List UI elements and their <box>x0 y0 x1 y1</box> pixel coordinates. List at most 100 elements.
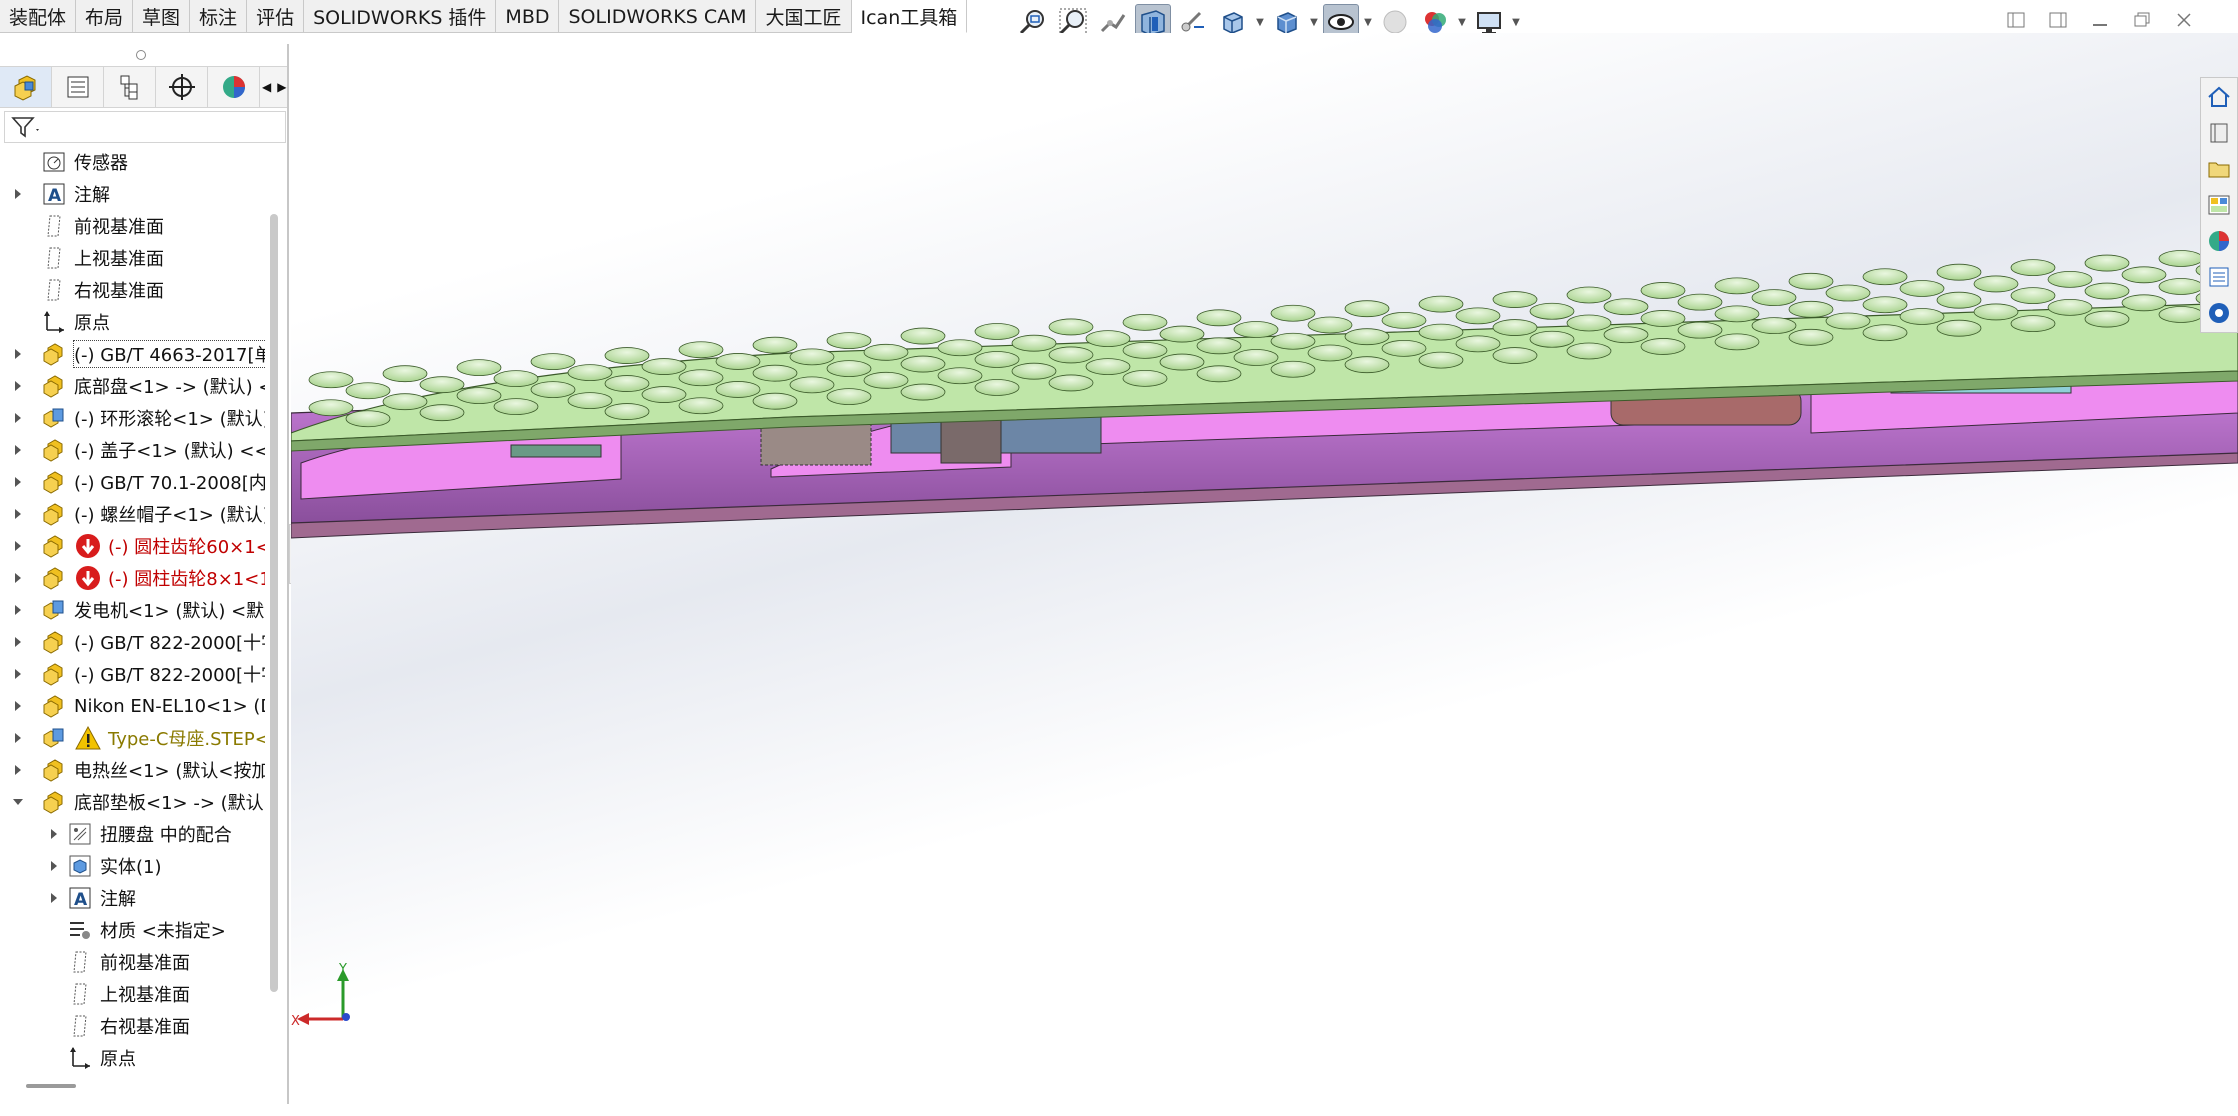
tree-item[interactable]: 发电机<1> (默认) <默认 <box>6 594 265 626</box>
chevron-right-icon[interactable]: ▶ <box>277 80 286 94</box>
tab-sketch[interactable]: 草图 <box>133 0 191 33</box>
tree-item[interactable]: 上视基准面 <box>6 242 164 274</box>
expand-arrow-icon[interactable] <box>6 530 30 562</box>
tree-item[interactable]: 底部盘<1> -> (默认) < <box>6 370 265 402</box>
expand-arrow-icon[interactable] <box>42 850 66 882</box>
tree-item[interactable]: (-) 盖子<1> (默认) <<默 <box>6 434 265 466</box>
tree-item[interactable]: 原点 <box>42 1042 136 1074</box>
part-icon <box>40 468 68 496</box>
feature-manager-icon[interactable] <box>0 67 52 107</box>
expand-arrow-icon[interactable] <box>6 434 30 466</box>
view-palette-icon[interactable] <box>2201 188 2237 222</box>
tab-daguo-gongjiang[interactable]: 大国工匠 <box>756 0 852 33</box>
tab-evaluate[interactable]: 评估 <box>247 0 305 33</box>
surface-bump <box>493 370 539 388</box>
tree-item[interactable]: 底部垫板<1> -> (默认) <box>6 786 265 818</box>
tab-mbd[interactable]: MBD <box>496 0 560 33</box>
expand-arrow-icon[interactable] <box>6 690 30 722</box>
tab-solidworks-addins[interactable]: SOLIDWORKS 插件 <box>304 0 497 33</box>
surface-bump <box>1011 334 1057 352</box>
tree-item-label: (-) GB/T 4663-2017[单 <box>72 340 265 368</box>
tree-filter[interactable] <box>4 111 286 143</box>
expand-arrow-icon[interactable] <box>6 498 30 530</box>
expand-arrow-icon[interactable] <box>42 818 66 850</box>
tree-item[interactable]: 传感器 <box>6 146 128 178</box>
tree-vertical-scrollbar[interactable] <box>270 214 278 992</box>
surface-bump <box>1973 303 2019 321</box>
expand-arrow-icon[interactable] <box>6 466 30 498</box>
expand-arrow-icon[interactable] <box>42 882 66 914</box>
minimize-icon[interactable] <box>2086 6 2114 34</box>
tab-markup[interactable]: 标注 <box>190 0 248 33</box>
command-manager-tabs: 装配体 布局 草图 标注 评估 SOLIDWORKS 插件 MBD SOLIDW… <box>0 0 968 33</box>
tile-right-icon[interactable] <box>2044 6 2072 34</box>
tab-layout[interactable]: 布局 <box>76 0 134 33</box>
tree-item-label: (-) 圆柱齿轮8×1<1 <box>108 569 265 590</box>
tab-solidworks-cam[interactable]: SOLIDWORKS CAM <box>559 0 757 33</box>
expand-arrow-icon[interactable] <box>6 370 30 402</box>
tree-item[interactable]: 材质 <未指定> <box>42 914 226 946</box>
tree-horizontal-scrollbar[interactable] <box>26 1084 76 1088</box>
expand-arrow-icon[interactable] <box>6 626 30 658</box>
expand-arrow-icon[interactable] <box>6 594 30 626</box>
surface-bump <box>1196 337 1242 355</box>
panel-grip-handle[interactable] <box>136 50 146 60</box>
configuration-manager-icon[interactable] <box>104 67 156 107</box>
tile-left-icon[interactable] <box>2002 6 2030 34</box>
chevron-left-icon[interactable]: ◀ <box>262 80 271 94</box>
surface-bump <box>1270 304 1316 322</box>
tree-item[interactable]: 右视基准面 <box>6 274 164 306</box>
property-manager-icon[interactable] <box>52 67 104 107</box>
collapse-arrow-icon[interactable] <box>6 786 30 818</box>
close-icon[interactable] <box>2170 6 2198 34</box>
tree-item[interactable]: (-) 圆柱齿轮8×1<1 <box>6 562 265 594</box>
tree-item[interactable]: A 注解 <box>42 882 136 914</box>
solidworks-forum-icon[interactable] <box>2201 296 2237 330</box>
tree-item[interactable]: 右视基准面 <box>42 1010 190 1042</box>
surface-bump <box>2010 287 2056 305</box>
restore-icon[interactable] <box>2128 6 2156 34</box>
tree-item[interactable]: (-) GB/T 822-2000[十字 <box>6 626 265 658</box>
display-manager-icon[interactable] <box>208 67 260 107</box>
tree-item[interactable]: 前视基准面 <box>6 210 164 242</box>
tree-item-label: (-) 螺丝帽子<1> (默认) <box>74 505 265 526</box>
tree-item[interactable]: (-) 圆柱齿轮60×1< <box>6 530 265 562</box>
tab-assembly[interactable]: 装配体 <box>0 0 77 33</box>
surface-bump <box>1788 272 1834 290</box>
expand-arrow-icon[interactable] <box>6 402 30 434</box>
tree-item[interactable]: 实体(1) <box>42 850 162 882</box>
tab-ican-toolbox[interactable]: Ican工具箱 <box>851 0 968 33</box>
surface-bump <box>1344 300 1390 318</box>
tree-item[interactable]: (-) GB/T 4663-2017[单 <box>6 338 265 370</box>
expand-arrow-icon[interactable] <box>6 658 30 690</box>
tree-item[interactable]: Nikon EN-EL10<1> (D <box>6 690 265 722</box>
appearances-icon[interactable] <box>2201 224 2237 258</box>
tree-item[interactable]: (-) 螺丝帽子<1> (默认) <box>6 498 265 530</box>
dimxpert-icon[interactable] <box>156 67 208 107</box>
tree-item[interactable]: (-) GB/T 822-2000[十字 <box>6 658 265 690</box>
tree-item[interactable]: 扭腰盘 中的配合 <box>42 818 232 850</box>
tree-item[interactable]: (-) GB/T 70.1-2008[内 <box>6 466 265 498</box>
tree-item[interactable]: (-) 环形滚轮<1> (默认) <box>6 402 265 434</box>
expand-arrow-icon[interactable] <box>6 722 30 754</box>
tree-item[interactable]: Type-C母座.STEP< <box>6 722 265 754</box>
surface-bump <box>1529 330 1575 348</box>
expand-arrow-icon[interactable] <box>6 754 30 786</box>
tree-item[interactable]: A 注解 <box>6 178 110 210</box>
home-icon[interactable] <box>2201 80 2237 114</box>
expand-arrow-icon[interactable] <box>6 562 30 594</box>
expand-arrow-icon[interactable] <box>6 338 30 370</box>
expand-arrow-icon[interactable] <box>6 178 30 210</box>
tree-item[interactable]: 上视基准面 <box>42 978 190 1010</box>
graphics-area[interactable]: Y X <box>291 33 2238 1104</box>
design-library-icon[interactable] <box>2201 116 2237 150</box>
surface-bump <box>900 355 946 373</box>
file-explorer-icon[interactable] <box>2201 152 2237 186</box>
tree-item[interactable]: 前视基准面 <box>42 946 190 978</box>
surface-bump <box>2158 278 2204 295</box>
tree-item[interactable]: 原点 <box>6 306 110 338</box>
tree-item[interactable]: 电热丝<1> (默认<按加 <box>6 754 265 786</box>
custom-properties-icon[interactable] <box>2201 260 2237 294</box>
filter-icon[interactable] <box>11 115 41 139</box>
surface-bump <box>456 359 502 377</box>
